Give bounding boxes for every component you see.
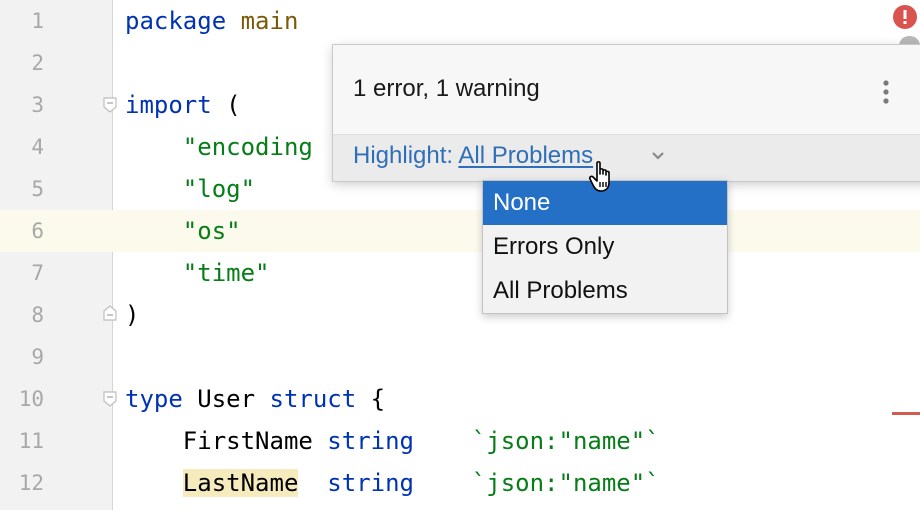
line-number: 4 (31, 135, 44, 159)
code-token: FirstName (125, 427, 328, 455)
fold-collapse-icon[interactable] (103, 97, 117, 113)
line-number: 2 (31, 51, 44, 75)
code-text: package main (125, 0, 298, 42)
code-line[interactable]: 11 FirstName string `json:"name"` (0, 420, 920, 462)
highlight-level-link[interactable]: All Problems (458, 142, 593, 169)
code-line[interactable]: 6 "os" (0, 210, 920, 252)
code-text: type User struct { (125, 378, 385, 420)
line-number: 9 (31, 345, 44, 369)
line-number: 5 (31, 177, 44, 201)
code-line[interactable]: 1 package main (0, 0, 920, 42)
dropdown-option-errors-only[interactable]: Errors Only (483, 225, 727, 269)
line-number: 12 (18, 471, 44, 495)
problems-popup: 1 error, 1 warning Highlight: All Proble… (332, 44, 920, 182)
code-line[interactable]: 7 "time" (0, 252, 920, 294)
code-token: User (182, 385, 270, 413)
code-token: ) (125, 301, 140, 329)
fold-collapse-icon[interactable] (103, 391, 117, 407)
hand-pointer-cursor-icon (588, 160, 618, 196)
code-text: ) (125, 294, 139, 336)
code-text: LastName string `json:"name"` (125, 462, 660, 504)
code-token: ( (211, 91, 241, 119)
code-token: `json:"name"` (471, 469, 660, 497)
line-number: 6 (31, 219, 44, 243)
more-vertical-icon[interactable] (881, 79, 891, 105)
line-number: 10 (18, 387, 44, 411)
code-token: package (125, 7, 227, 35)
code-token: import (125, 91, 212, 119)
error-icon[interactable] (893, 5, 917, 29)
error-stripe-marker[interactable] (892, 412, 920, 415)
highlight-bar: Highlight: All Problems (333, 134, 920, 181)
problems-summary: 1 error, 1 warning (353, 75, 540, 102)
code-token: "os" (182, 217, 241, 245)
code-text: "encoding (125, 126, 313, 168)
line-number: 1 (31, 9, 44, 33)
code-token: string (327, 427, 414, 455)
code-line[interactable]: 10 type User struct { (0, 378, 920, 420)
code-line[interactable]: 9 (0, 336, 920, 378)
code-token: `json:"name"` (471, 427, 660, 455)
code-text: "log" (125, 168, 255, 210)
code-token: "time" (182, 259, 270, 287)
code-text: "time" (125, 252, 270, 294)
line-number: 11 (18, 429, 44, 453)
code-text: import ( (125, 84, 241, 126)
highlight-level-dropdown: None Errors Only All Problems (482, 180, 728, 314)
code-token: string (327, 469, 414, 497)
line-number: 7 (31, 261, 44, 285)
code-token: struct (269, 385, 357, 413)
code-token: { (356, 385, 386, 413)
chevron-down-icon[interactable] (651, 149, 665, 163)
code-text: "os" (125, 210, 241, 252)
code-token: "encoding (182, 133, 313, 161)
line-number: 8 (31, 303, 44, 327)
code-text: FirstName string `json:"name"` (125, 420, 660, 462)
code-line[interactable]: 12 LastName string `json:"name"` (0, 462, 920, 504)
highlight-label: Highlight: (353, 142, 459, 169)
highlight-control: Highlight: All Problems (353, 142, 593, 170)
dropdown-option-all-problems[interactable]: All Problems (483, 269, 727, 313)
code-token: "log" (182, 175, 256, 203)
highlighted-identifier: LastName (182, 469, 299, 497)
code-token: main (240, 7, 299, 35)
fold-end-icon[interactable] (103, 305, 117, 321)
line-number: 3 (31, 93, 44, 117)
code-token: type (125, 385, 183, 413)
code-line[interactable]: 8) (0, 294, 920, 336)
